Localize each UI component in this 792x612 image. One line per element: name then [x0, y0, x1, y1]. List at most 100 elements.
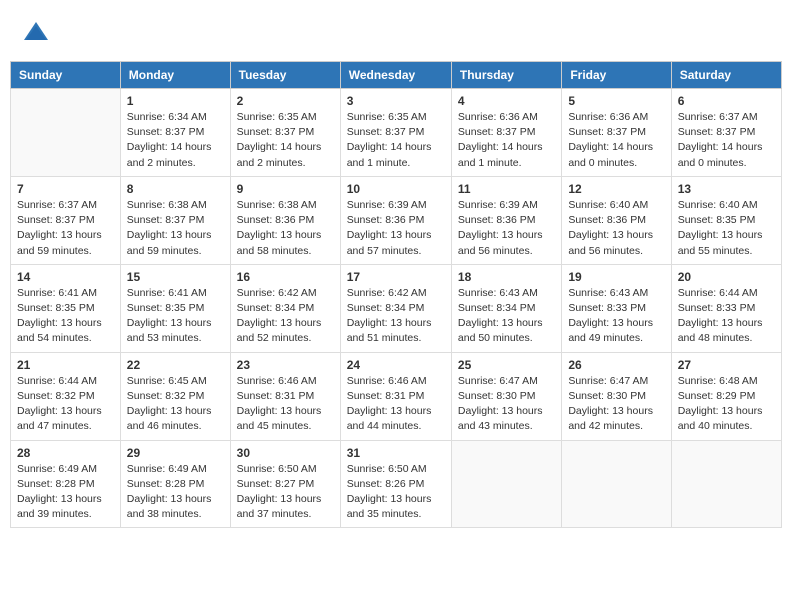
day-number: 31 [347, 446, 445, 460]
day-info: Sunrise: 6:46 AM Sunset: 8:31 PM Dayligh… [347, 374, 445, 435]
calendar-day-cell: 23 Sunrise: 6:46 AM Sunset: 8:31 PM Dayli… [230, 352, 340, 440]
day-number: 8 [127, 182, 224, 196]
day-info: Sunrise: 6:46 AM Sunset: 8:31 PM Dayligh… [237, 374, 334, 435]
calendar-day-cell [451, 440, 561, 528]
day-info: Sunrise: 6:39 AM Sunset: 8:36 PM Dayligh… [347, 198, 445, 259]
day-number: 18 [458, 270, 555, 284]
calendar-day-cell: 24Sunrise: 6:46 AM Sunset: 8:31 PM Dayli… [340, 352, 451, 440]
day-number: 29 [127, 446, 224, 460]
logo [20, 18, 52, 51]
day-info: Sunrise: 6:42 AM Sunset: 8:34 PM Dayligh… [347, 286, 445, 347]
calendar-day-cell: 15 Sunrise: 6:41 AM Sunset: 8:35 PM Dayli… [120, 264, 230, 352]
day-number: 13 [678, 182, 775, 196]
day-info: Sunrise: 6:41 AM Sunset: 8:35 PM Dayligh… [17, 286, 114, 347]
calendar-header-sunday: Sunday [11, 62, 121, 89]
calendar-week-row: 28 Sunrise: 6:49 AM Sunset: 8:28 PM Dayli… [11, 440, 782, 528]
day-number: 2 [237, 94, 334, 108]
day-number: 6 [678, 94, 775, 108]
calendar-day-cell: 12 Sunrise: 6:40 AM Sunset: 8:36 PM Dayli… [562, 176, 671, 264]
day-number: 25 [458, 358, 555, 372]
day-number: 30 [237, 446, 334, 460]
calendar-day-cell [11, 89, 121, 177]
calendar-day-cell: 3 Sunrise: 6:35 AM Sunset: 8:37 PM Daylig… [340, 89, 451, 177]
day-number: 9 [237, 182, 334, 196]
calendar-day-cell: 18 Sunrise: 6:43 AM Sunset: 8:34 PM Dayli… [451, 264, 561, 352]
calendar-day-cell: 14 Sunrise: 6:41 AM Sunset: 8:35 PM Dayli… [11, 264, 121, 352]
day-info: Sunrise: 6:36 AM Sunset: 8:37 PM Dayligh… [568, 110, 664, 171]
calendar-header-friday: Friday [562, 62, 671, 89]
calendar-day-cell: 29 Sunrise: 6:49 AM Sunset: 8:28 PM Dayli… [120, 440, 230, 528]
calendar-week-row: 21 Sunrise: 6:44 AM Sunset: 8:32 PM Dayli… [11, 352, 782, 440]
day-info: Sunrise: 6:37 AM Sunset: 8:37 PM Dayligh… [678, 110, 775, 171]
calendar-day-cell: 31 Sunrise: 6:50 AM Sunset: 8:26 PM Dayli… [340, 440, 451, 528]
calendar-day-cell [562, 440, 671, 528]
day-info: Sunrise: 6:48 AM Sunset: 8:29 PM Dayligh… [678, 374, 775, 435]
calendar-day-cell: 20 Sunrise: 6:44 AM Sunset: 8:33 PM Dayli… [671, 264, 781, 352]
day-info: Sunrise: 6:49 AM Sunset: 8:28 PM Dayligh… [127, 462, 224, 523]
calendar-day-cell: 8 Sunrise: 6:38 AM Sunset: 8:37 PM Daylig… [120, 176, 230, 264]
day-info: Sunrise: 6:37 AM Sunset: 8:37 PM Dayligh… [17, 198, 114, 259]
day-number: 11 [458, 182, 555, 196]
day-number: 28 [17, 446, 114, 460]
day-number: 16 [237, 270, 334, 284]
day-number: 3 [347, 94, 445, 108]
page-header [10, 10, 782, 55]
calendar-day-cell: 22Sunrise: 6:45 AM Sunset: 8:32 PM Dayli… [120, 352, 230, 440]
calendar-header-wednesday: Wednesday [340, 62, 451, 89]
day-number: 10 [347, 182, 445, 196]
calendar-day-cell: 7 Sunrise: 6:37 AM Sunset: 8:37 PM Daylig… [11, 176, 121, 264]
day-number: 17 [347, 270, 445, 284]
day-number: 23 [237, 358, 334, 372]
day-info: Sunrise: 6:42 AM Sunset: 8:34 PM Dayligh… [237, 286, 334, 347]
calendar-week-row: 7 Sunrise: 6:37 AM Sunset: 8:37 PM Daylig… [11, 176, 782, 264]
calendar-day-cell: 17 Sunrise: 6:42 AM Sunset: 8:34 PM Dayli… [340, 264, 451, 352]
day-info: Sunrise: 6:47 AM Sunset: 8:30 PM Dayligh… [458, 374, 555, 435]
calendar-table: SundayMondayTuesdayWednesdayThursdayFrid… [10, 61, 782, 528]
day-info: Sunrise: 6:38 AM Sunset: 8:36 PM Dayligh… [237, 198, 334, 259]
calendar-day-cell: 11 Sunrise: 6:39 AM Sunset: 8:36 PM Dayli… [451, 176, 561, 264]
day-info: Sunrise: 6:38 AM Sunset: 8:37 PM Dayligh… [127, 198, 224, 259]
calendar-day-cell: 25 Sunrise: 6:47 AM Sunset: 8:30 PM Dayli… [451, 352, 561, 440]
day-number: 1 [127, 94, 224, 108]
calendar-week-row: 1 Sunrise: 6:34 AM Sunset: 8:37 PM Daylig… [11, 89, 782, 177]
day-info: Sunrise: 6:47 AM Sunset: 8:30 PM Dayligh… [568, 374, 664, 435]
calendar-day-cell: 16 Sunrise: 6:42 AM Sunset: 8:34 PM Dayli… [230, 264, 340, 352]
calendar-day-cell: 26 Sunrise: 6:47 AM Sunset: 8:30 PM Dayli… [562, 352, 671, 440]
day-info: Sunrise: 6:35 AM Sunset: 8:37 PM Dayligh… [347, 110, 445, 171]
day-number: 7 [17, 182, 114, 196]
day-number: 4 [458, 94, 555, 108]
calendar-week-row: 14 Sunrise: 6:41 AM Sunset: 8:35 PM Dayli… [11, 264, 782, 352]
day-info: Sunrise: 6:39 AM Sunset: 8:36 PM Dayligh… [458, 198, 555, 259]
calendar-day-cell: 13Sunrise: 6:40 AM Sunset: 8:35 PM Dayli… [671, 176, 781, 264]
day-number: 12 [568, 182, 664, 196]
calendar-day-cell: 6 Sunrise: 6:37 AM Sunset: 8:37 PM Daylig… [671, 89, 781, 177]
day-info: Sunrise: 6:49 AM Sunset: 8:28 PM Dayligh… [17, 462, 114, 523]
day-info: Sunrise: 6:35 AM Sunset: 8:37 PM Dayligh… [237, 110, 334, 171]
calendar-header-saturday: Saturday [671, 62, 781, 89]
day-number: 20 [678, 270, 775, 284]
day-number: 21 [17, 358, 114, 372]
calendar-day-cell: 28 Sunrise: 6:49 AM Sunset: 8:28 PM Dayli… [11, 440, 121, 528]
day-info: Sunrise: 6:44 AM Sunset: 8:32 PM Dayligh… [17, 374, 114, 435]
day-info: Sunrise: 6:43 AM Sunset: 8:34 PM Dayligh… [458, 286, 555, 347]
calendar-day-cell: 21 Sunrise: 6:44 AM Sunset: 8:32 PM Dayli… [11, 352, 121, 440]
day-info: Sunrise: 6:41 AM Sunset: 8:35 PM Dayligh… [127, 286, 224, 347]
calendar-day-cell [671, 440, 781, 528]
day-info: Sunrise: 6:36 AM Sunset: 8:37 PM Dayligh… [458, 110, 555, 171]
day-info: Sunrise: 6:45 AM Sunset: 8:32 PM Dayligh… [127, 374, 224, 435]
calendar-day-cell: 2 Sunrise: 6:35 AM Sunset: 8:37 PM Daylig… [230, 89, 340, 177]
day-number: 26 [568, 358, 664, 372]
logo-icon [22, 18, 50, 46]
calendar-header-tuesday: Tuesday [230, 62, 340, 89]
day-info: Sunrise: 6:50 AM Sunset: 8:27 PM Dayligh… [237, 462, 334, 523]
day-info: Sunrise: 6:34 AM Sunset: 8:37 PM Dayligh… [127, 110, 224, 171]
day-info: Sunrise: 6:50 AM Sunset: 8:26 PM Dayligh… [347, 462, 445, 523]
day-info: Sunrise: 6:40 AM Sunset: 8:36 PM Dayligh… [568, 198, 664, 259]
calendar-day-cell: 4 Sunrise: 6:36 AM Sunset: 8:37 PM Daylig… [451, 89, 561, 177]
day-info: Sunrise: 6:44 AM Sunset: 8:33 PM Dayligh… [678, 286, 775, 347]
calendar-day-cell: 27 Sunrise: 6:48 AM Sunset: 8:29 PM Dayli… [671, 352, 781, 440]
calendar-day-cell: 19Sunrise: 6:43 AM Sunset: 8:33 PM Dayli… [562, 264, 671, 352]
day-number: 27 [678, 358, 775, 372]
day-number: 14 [17, 270, 114, 284]
day-number: 15 [127, 270, 224, 284]
